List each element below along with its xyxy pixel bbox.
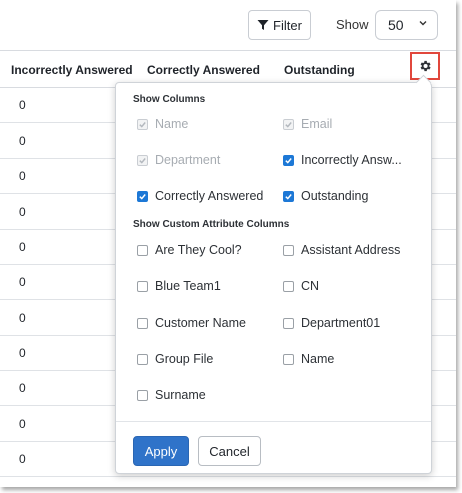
- column-option-name: Name: [137, 117, 188, 131]
- option-label: Correctly Answered: [155, 189, 264, 203]
- show-columns-title: Show Columns: [133, 94, 206, 105]
- option-label: CN: [301, 279, 320, 293]
- cell-incorrectly-answered: 0: [19, 452, 26, 466]
- checkbox-icon[interactable]: [283, 244, 294, 256]
- checkbox-icon: [283, 118, 294, 130]
- custom-option-customer-name[interactable]: Customer Name: [137, 316, 246, 330]
- option-label: Assistant Address: [301, 243, 401, 257]
- custom-option-cn[interactable]: CN: [283, 279, 319, 293]
- page-size-select[interactable]: 50: [375, 10, 438, 40]
- option-label: Surname: [155, 388, 206, 402]
- column-option-outstanding[interactable]: Outstanding: [283, 189, 368, 203]
- option-label: Department01: [301, 316, 381, 330]
- cell-incorrectly-answered: 0: [19, 205, 26, 219]
- cell-incorrectly-answered: 0: [19, 134, 26, 148]
- page-size-value: 50: [388, 17, 404, 33]
- checkbox-icon: [137, 154, 148, 166]
- cell-incorrectly-answered: 0: [19, 381, 26, 395]
- checkbox-icon[interactable]: [137, 317, 148, 329]
- checkbox-icon: [137, 118, 148, 130]
- cell-incorrectly-answered: 0: [19, 240, 26, 254]
- column-header-outstanding[interactable]: Outstanding: [284, 63, 355, 77]
- checkbox-icon[interactable]: [283, 353, 294, 365]
- apply-button[interactable]: Apply: [133, 436, 189, 466]
- option-label: Department: [155, 153, 221, 167]
- chevron-down-icon: [418, 18, 428, 31]
- filter-label: Filter: [273, 17, 302, 33]
- option-label: Are They Cool?: [155, 243, 242, 257]
- custom-option-blue-team1[interactable]: Blue Team1: [137, 279, 221, 293]
- toolbar: Filter Show 50: [0, 0, 456, 51]
- column-option-email: Email: [283, 117, 332, 131]
- cell-incorrectly-answered: 0: [19, 346, 26, 360]
- checkbox-checked-icon[interactable]: [137, 190, 148, 202]
- gear-icon: [420, 60, 431, 72]
- option-label: Name: [155, 117, 189, 131]
- option-label: Group File: [155, 352, 214, 366]
- cell-incorrectly-answered: 0: [19, 169, 26, 183]
- checkbox-icon[interactable]: [137, 280, 148, 292]
- checkbox-icon[interactable]: [137, 244, 148, 256]
- filter-button[interactable]: Filter: [248, 10, 311, 40]
- checkbox-icon[interactable]: [137, 353, 148, 365]
- cell-incorrectly-answered: 0: [19, 98, 26, 112]
- column-option-department: Department: [137, 153, 220, 167]
- checkbox-checked-icon[interactable]: [283, 154, 294, 166]
- filter-icon: [257, 20, 269, 30]
- cell-incorrectly-answered: 0: [19, 311, 26, 325]
- custom-option-department01[interactable]: Department01: [283, 316, 380, 330]
- checkbox-icon[interactable]: [283, 317, 294, 329]
- custom-option-assistant-address[interactable]: Assistant Address: [283, 243, 400, 257]
- custom-option-group-file[interactable]: Group File: [137, 352, 213, 366]
- column-header-correctly-answered[interactable]: Correctly Answered: [147, 63, 260, 77]
- custom-option-are-they-cool[interactable]: Are They Cool?: [137, 243, 242, 257]
- show-label: Show: [336, 17, 369, 32]
- checkbox-icon[interactable]: [137, 389, 148, 401]
- custom-columns-title: Show Custom Attribute Columns: [133, 219, 290, 230]
- cell-incorrectly-answered: 0: [19, 275, 26, 289]
- custom-option-name[interactable]: Name: [283, 352, 334, 366]
- option-label: Outstanding: [301, 189, 369, 203]
- column-option-incorrectly-answered[interactable]: Incorrectly Answ...: [283, 153, 402, 167]
- custom-option-surname[interactable]: Surname: [137, 388, 206, 402]
- option-label: Email: [301, 117, 333, 131]
- cancel-button[interactable]: Cancel: [198, 436, 261, 466]
- checkbox-checked-icon[interactable]: [283, 190, 294, 202]
- option-label: Incorrectly Answ...: [301, 153, 402, 167]
- option-label: Blue Team1: [155, 279, 221, 293]
- column-option-correctly-answered[interactable]: Correctly Answered: [137, 189, 263, 203]
- column-chooser-popup: Show Columns Name Email Department Incor…: [115, 74, 432, 474]
- column-header-incorrectly-answered[interactable]: Incorrectly Answered: [11, 63, 133, 77]
- popup-footer: Apply Cancel: [116, 421, 431, 474]
- option-label: Customer Name: [155, 316, 246, 330]
- cell-incorrectly-answered: 0: [19, 417, 26, 431]
- checkbox-icon[interactable]: [283, 280, 294, 292]
- table-view: Filter Show 50 Incorrectly Answered Corr…: [0, 0, 456, 487]
- option-label: Name: [301, 352, 335, 366]
